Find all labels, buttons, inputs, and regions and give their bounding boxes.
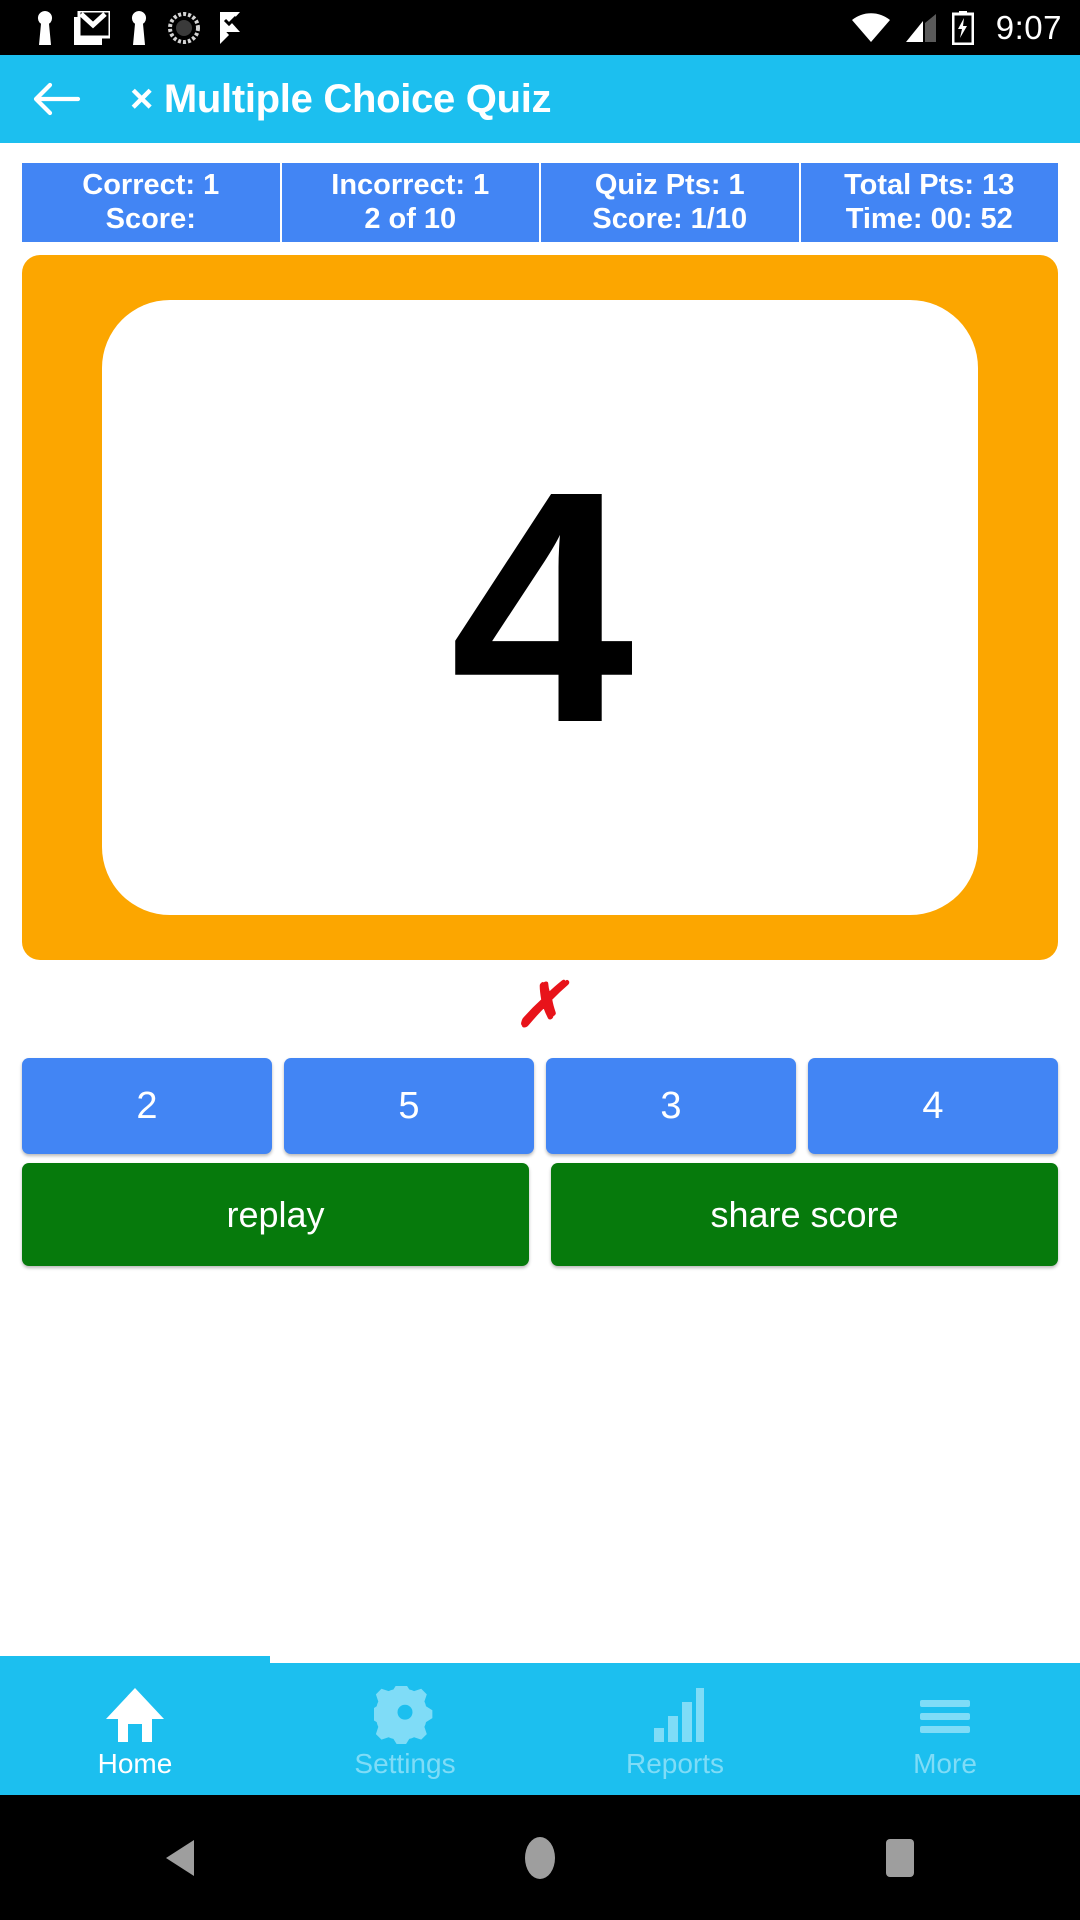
quiz-score: Score: 1/10 [592, 202, 748, 235]
app-bar: × Multiple Choice Quiz [0, 55, 1080, 143]
score-col-incorrect: Incorrect: 1 2 of 10 [281, 163, 541, 242]
answer-option-3[interactable]: 3 [546, 1058, 796, 1154]
nav-home-button[interactable] [485, 1823, 595, 1893]
score-col-total-pts: Total Pts: 13 Time: 00: 52 [800, 163, 1058, 242]
answer-option-4[interactable]: 4 [808, 1058, 1058, 1154]
answer-option-1[interactable]: 2 [22, 1058, 272, 1154]
wifi-icon [851, 12, 890, 42]
action-buttons-row: replay share score [22, 1163, 1058, 1266]
recents-square-icon [886, 1838, 914, 1877]
tab-more-label: More [913, 1748, 977, 1779]
bar-chart-icon [644, 1686, 706, 1744]
tab-reports-label: Reports [625, 1748, 725, 1779]
tab-settings-label: Settings [354, 1748, 456, 1779]
keyhole-icon [131, 10, 147, 45]
score-bar: Correct: 1 Score: Incorrect: 1 2 of 10 Q… [22, 163, 1058, 242]
page-title: × Multiple Choice Quiz [130, 76, 552, 121]
gmail-icon [74, 10, 110, 45]
status-bar-clock: 9:07 [995, 9, 1062, 46]
status-bar-notification-icons [34, 10, 852, 46]
elapsed-time: Time: 00: 52 [845, 202, 1013, 235]
cell-signal-icon [905, 13, 936, 42]
nav-back-button[interactable] [125, 1823, 235, 1893]
answer-options-row: 2 5 3 4 [22, 1058, 1058, 1154]
correct-count: Correct: 1 [82, 168, 220, 201]
tab-home-label: Home [97, 1748, 173, 1779]
tab-reports[interactable]: Reports [540, 1663, 810, 1795]
score-col-quiz-pts: Quiz Pts: 1 Score: 1/10 [541, 163, 801, 242]
battery-charging-icon [951, 10, 974, 45]
bottom-tab-bar: Home Settings Reports More [0, 1656, 1080, 1795]
sync-spinner-icon [168, 11, 200, 44]
incorrect-count: Incorrect: 1 [331, 168, 490, 201]
hamburger-menu-icon [914, 1686, 976, 1744]
home-icon [104, 1686, 166, 1744]
question-card-inner: 4 [102, 300, 978, 915]
android-navigation-bar [0, 1795, 1080, 1920]
status-bar-system-icons: 9:07 [851, 9, 1062, 46]
gear-icon [374, 1686, 436, 1744]
home-circle-icon [525, 1836, 555, 1879]
checkmark-flag-icon [220, 11, 240, 44]
tab-more[interactable]: More [810, 1663, 1080, 1795]
keyhole-icon [37, 10, 53, 45]
back-triangle-icon [166, 1839, 194, 1876]
total-points: Total Pts: 13 [844, 168, 1015, 201]
share-score-button[interactable]: share score [551, 1163, 1058, 1266]
question-progress: 2 of 10 [364, 202, 457, 235]
tab-settings[interactable]: Settings [270, 1663, 540, 1795]
question-value: 4 [450, 422, 634, 792]
quiz-points: Quiz Pts: 1 [594, 168, 745, 201]
app-screen: 9:07 × Multiple Choice Quiz Correct: 1 S… [0, 0, 1080, 1920]
result-mark-incorrect: ✗ [514, 972, 566, 1040]
score-col-correct: Correct: 1 Score: [22, 163, 282, 242]
replay-button[interactable]: replay [22, 1163, 529, 1266]
back-arrow-icon[interactable] [28, 71, 84, 127]
answer-option-2[interactable]: 5 [284, 1058, 534, 1154]
status-bar: 9:07 [0, 0, 1080, 55]
question-card: 4 [22, 255, 1058, 960]
tab-home[interactable]: Home [0, 1656, 270, 1795]
score-label: Score: [105, 202, 196, 235]
nav-recents-button[interactable] [845, 1823, 955, 1893]
